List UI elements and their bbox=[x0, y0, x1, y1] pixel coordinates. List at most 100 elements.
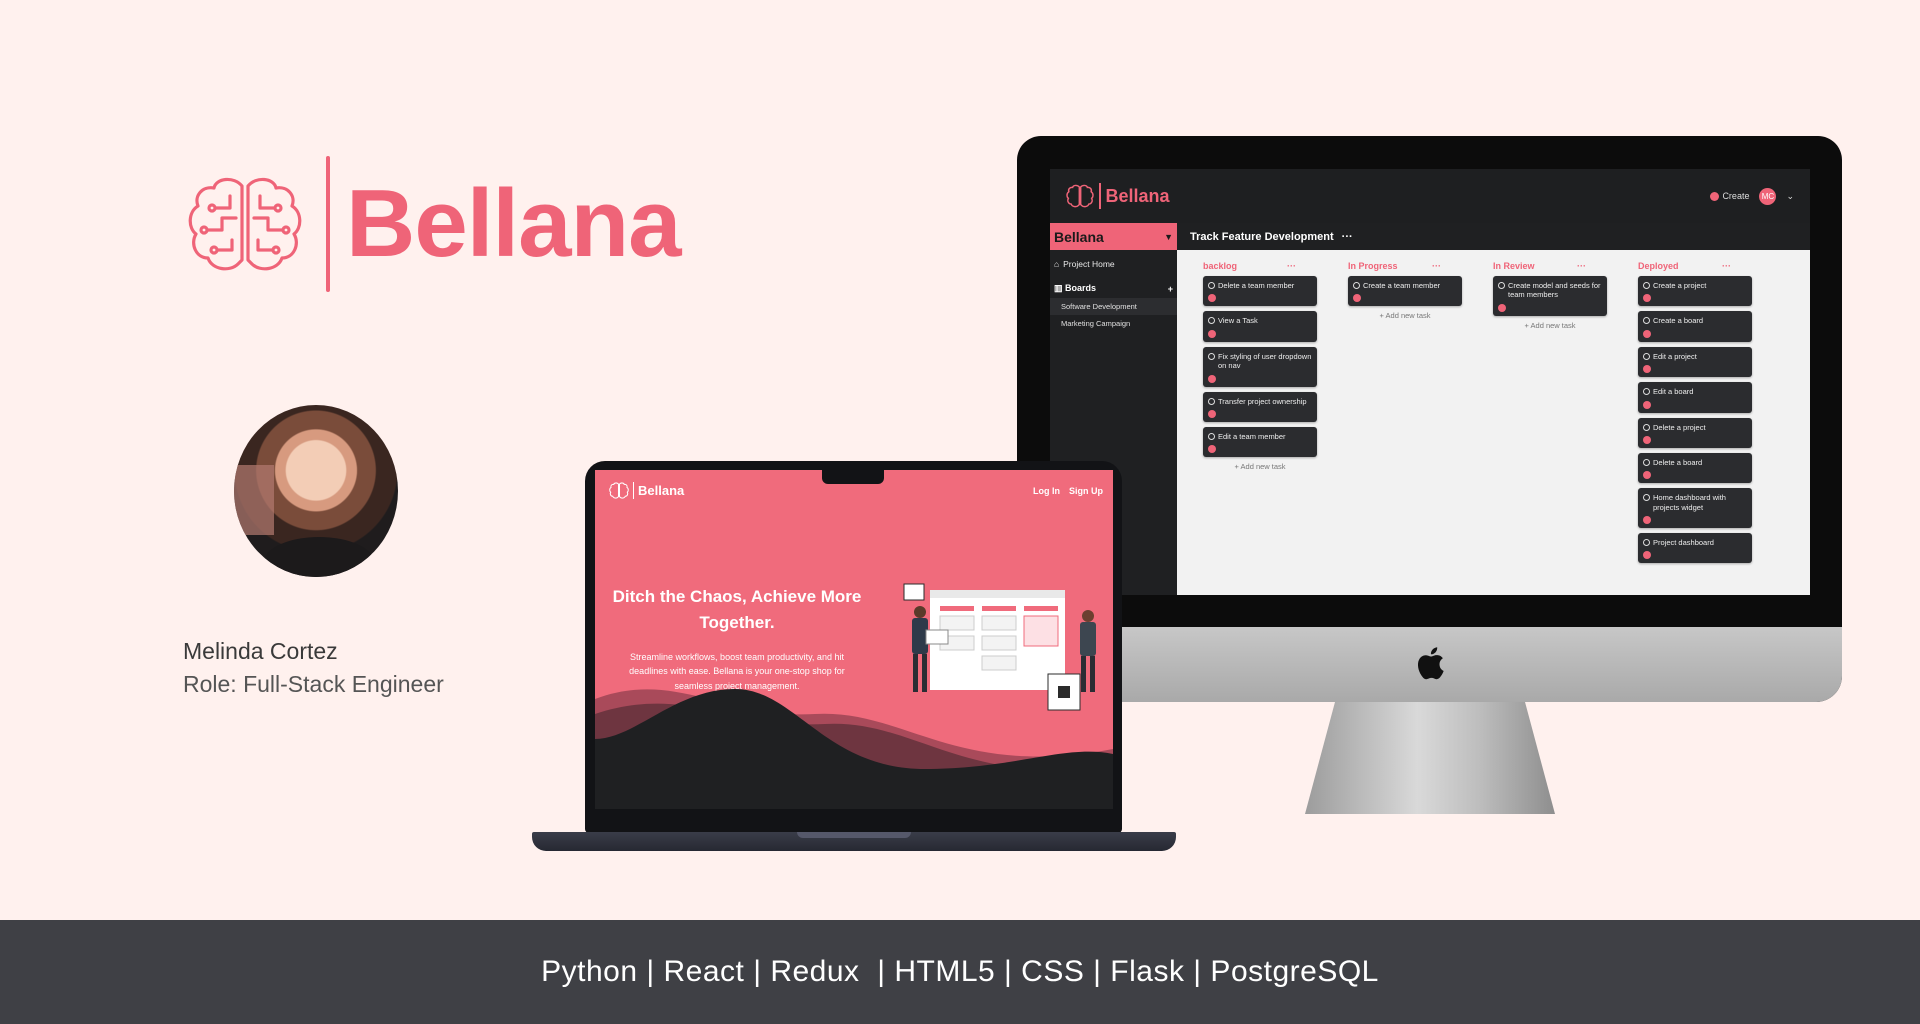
column-header: In Progress ··· bbox=[1322, 261, 1447, 271]
task-card[interactable]: Edit a project bbox=[1638, 346, 1752, 378]
assignee-badge bbox=[1643, 551, 1651, 560]
board-column: In Review ··· Create model and seeds for t… bbox=[1467, 261, 1612, 568]
check-circle-icon[interactable] bbox=[1643, 388, 1650, 396]
laptop-notch bbox=[822, 468, 884, 484]
boards-heading-label: Boards bbox=[1065, 283, 1097, 293]
app-header: Bellana Create MC ⌄ bbox=[1050, 169, 1810, 223]
task-title: Fix styling of user dropdown on nav bbox=[1218, 351, 1312, 371]
assignee-badge bbox=[1643, 516, 1651, 524]
sidebar-item-project-home[interactable]: ⌂ Project Home bbox=[1050, 250, 1177, 269]
sidebar-item-software-development[interactable]: Software Development bbox=[1050, 298, 1177, 315]
assignee-badge bbox=[1643, 435, 1651, 444]
check-circle-icon[interactable] bbox=[1208, 282, 1215, 289]
task-card[interactable]: Create a board bbox=[1638, 311, 1752, 342]
task-card[interactable]: View a Task bbox=[1203, 311, 1317, 342]
project-dropdown[interactable]: Bellana ▼ bbox=[1050, 223, 1177, 250]
check-circle-icon[interactable] bbox=[1643, 352, 1650, 360]
tech-stack-text: Python | React | Redux | HTML5 | CSS | F… bbox=[541, 955, 1379, 988]
create-button[interactable]: Create bbox=[1710, 191, 1749, 201]
landing-nav: Bellana Log In Sign Up bbox=[609, 482, 1103, 499]
column-title: In Review bbox=[1493, 261, 1535, 271]
assignee-badge bbox=[1208, 294, 1216, 303]
plus-circle-icon bbox=[1710, 191, 1720, 201]
person-name: Melinda Cortez bbox=[183, 638, 338, 664]
check-circle-icon[interactable] bbox=[1498, 282, 1505, 289]
assignee-badge bbox=[1643, 471, 1651, 480]
add-task-button[interactable]: + Add new task bbox=[1203, 462, 1317, 471]
task-title: Create a project bbox=[1653, 281, 1707, 290]
task-card[interactable]: Edit a board bbox=[1638, 382, 1752, 413]
task-title: Project dashboard bbox=[1653, 538, 1714, 547]
assignee-badge bbox=[1643, 294, 1651, 303]
brain-logo-icon bbox=[609, 482, 629, 499]
task-title: Create a board bbox=[1653, 316, 1704, 326]
task-card[interactable]: Transfer project ownership bbox=[1203, 391, 1317, 422]
add-task-label: Add new task bbox=[1385, 311, 1431, 321]
column-menu-icon[interactable]: ··· bbox=[1722, 261, 1731, 271]
check-circle-icon[interactable] bbox=[1643, 282, 1650, 289]
hero-wave-background bbox=[595, 689, 1113, 809]
assignee-badge bbox=[1208, 409, 1216, 418]
task-card[interactable]: Project dashboard bbox=[1638, 533, 1752, 564]
board-header: Track Feature Development ··· bbox=[1177, 223, 1810, 250]
task-title: Transfer project ownership bbox=[1218, 396, 1307, 406]
brand-lockup: Bellana bbox=[186, 156, 681, 292]
app-logo-text: Bellana bbox=[1105, 185, 1170, 206]
board-icon: ▥ bbox=[1054, 283, 1063, 293]
add-task-button[interactable]: + Add new task bbox=[1348, 311, 1462, 320]
task-card[interactable]: Delete a project bbox=[1638, 417, 1752, 448]
add-board-icon[interactable]: + bbox=[1168, 284, 1173, 294]
task-card[interactable]: Home dashboard with projects widget bbox=[1638, 488, 1752, 528]
check-circle-icon[interactable] bbox=[1353, 282, 1360, 289]
column-title: backlog bbox=[1203, 261, 1238, 271]
user-avatar[interactable]: MC bbox=[1759, 187, 1777, 205]
task-title: Edit a board bbox=[1653, 387, 1694, 397]
column-header: Deployed ··· bbox=[1612, 261, 1737, 271]
task-card[interactable]: Delete a team member bbox=[1203, 276, 1317, 307]
task-card[interactable]: Edit a team member bbox=[1203, 426, 1317, 458]
assignee-badge bbox=[1643, 365, 1651, 374]
brain-circuit-logo-icon bbox=[188, 177, 302, 271]
task-card[interactable]: Delete a board bbox=[1638, 452, 1752, 484]
login-link[interactable]: Log In bbox=[1033, 486, 1060, 496]
check-circle-icon[interactable] bbox=[1208, 352, 1215, 360]
column-title: Deployed bbox=[1638, 261, 1679, 271]
chevron-down-icon[interactable]: ⌄ bbox=[1786, 191, 1794, 202]
project-name: Bellana bbox=[1054, 228, 1104, 245]
task-card[interactable]: Create model and seeds for team members bbox=[1493, 276, 1607, 316]
assignee-badge bbox=[1353, 294, 1361, 303]
kanban-app-screen: Bellana Create MC ⌄ Bellana ▼ ⌂ Project … bbox=[1050, 169, 1810, 595]
check-circle-icon[interactable] bbox=[1643, 317, 1650, 325]
task-title: Delete a board bbox=[1653, 457, 1703, 467]
app-logo[interactable]: Bellana bbox=[1066, 183, 1170, 209]
task-title: Home dashboard with projects widget bbox=[1653, 493, 1726, 512]
task-title: Edit a team member bbox=[1218, 431, 1286, 441]
check-circle-icon[interactable] bbox=[1643, 494, 1650, 502]
add-task-button[interactable]: + Add new task bbox=[1493, 321, 1607, 330]
more-options-icon[interactable]: ··· bbox=[1342, 231, 1353, 243]
column-menu-icon[interactable]: ··· bbox=[1287, 261, 1296, 271]
brand-name: Bellana bbox=[346, 170, 681, 277]
check-circle-icon[interactable] bbox=[1643, 458, 1650, 466]
column-menu-icon[interactable]: ··· bbox=[1577, 261, 1586, 271]
boards-heading: ▥ Boards + bbox=[1050, 269, 1177, 294]
create-label: Create bbox=[1722, 191, 1750, 201]
check-circle-icon[interactable] bbox=[1208, 432, 1215, 440]
check-circle-icon[interactable] bbox=[1643, 423, 1650, 431]
brain-logo-icon bbox=[1066, 184, 1094, 208]
brand-divider bbox=[326, 156, 330, 292]
task-card[interactable]: Create a team member bbox=[1348, 276, 1462, 307]
task-card[interactable]: Create a project bbox=[1638, 276, 1752, 307]
signup-link[interactable]: Sign Up bbox=[1069, 486, 1103, 496]
column-title: In Progress bbox=[1348, 261, 1398, 271]
check-circle-icon[interactable] bbox=[1208, 317, 1215, 325]
column-menu-icon[interactable]: ··· bbox=[1432, 261, 1441, 271]
sidebar-item-marketing-campaign[interactable]: Marketing Campaign bbox=[1050, 315, 1177, 332]
task-title: Create a team member bbox=[1363, 281, 1441, 290]
check-circle-icon[interactable] bbox=[1208, 397, 1215, 405]
caret-down-icon: ▼ bbox=[1164, 231, 1173, 242]
add-task-label: Add new task bbox=[1530, 320, 1576, 330]
task-title: View a Task bbox=[1218, 316, 1258, 326]
task-card[interactable]: Fix styling of user dropdown on nav bbox=[1203, 346, 1317, 387]
check-circle-icon[interactable] bbox=[1643, 539, 1650, 546]
